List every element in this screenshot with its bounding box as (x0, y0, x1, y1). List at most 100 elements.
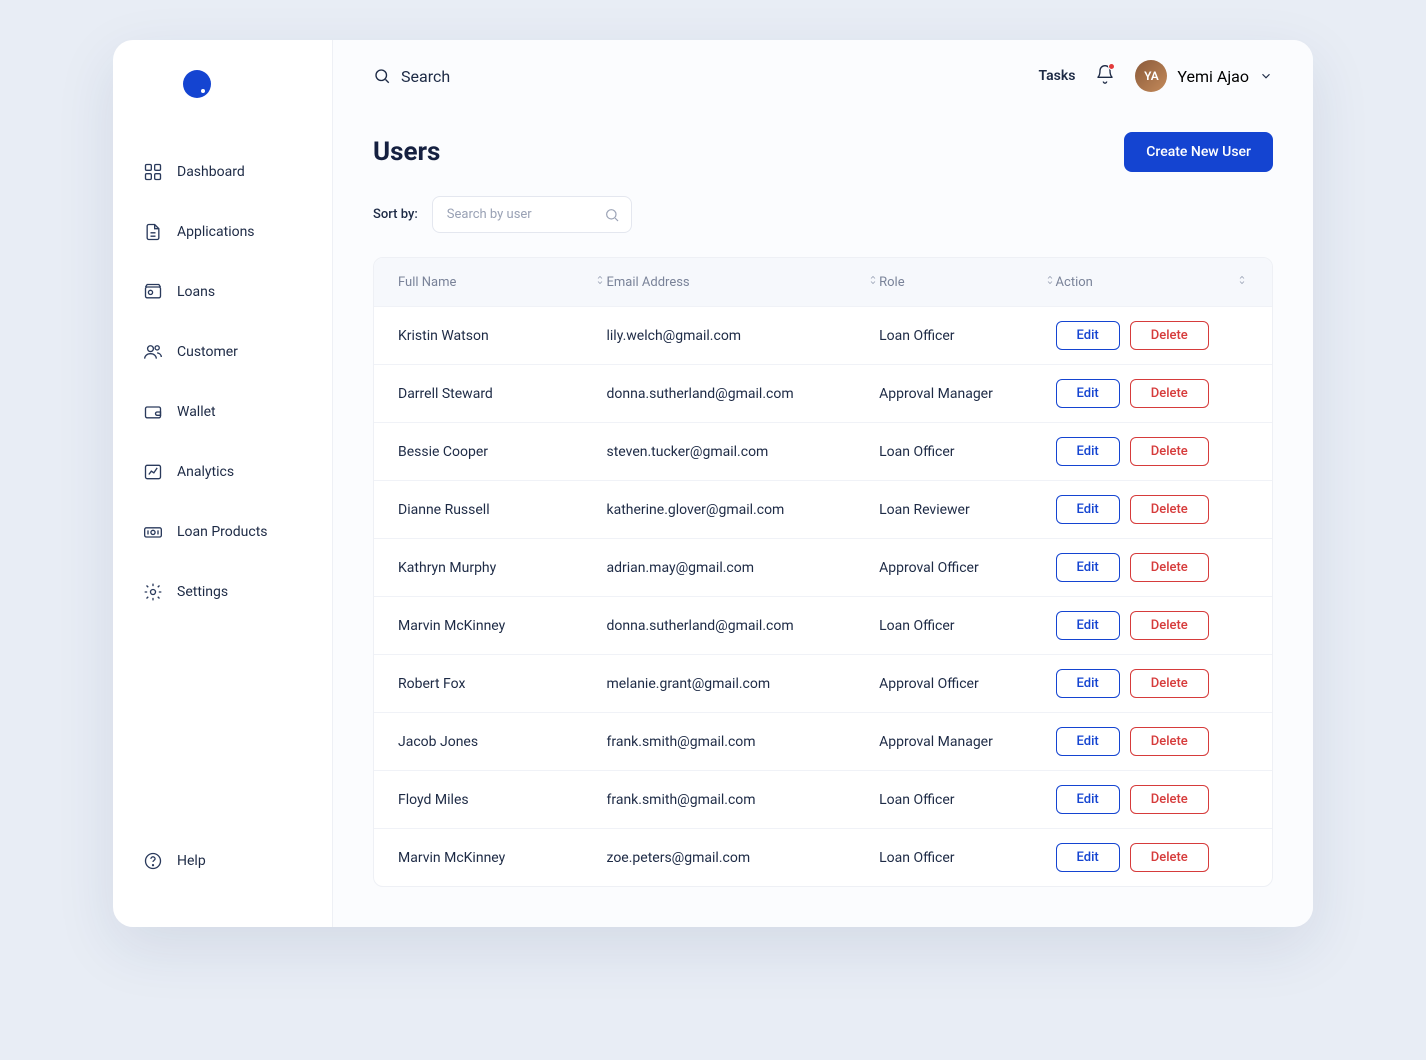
column-label: Full Name (398, 275, 456, 290)
gear-icon (143, 582, 163, 602)
table-row: Dianne Russellkatherine.glover@gmail.com… (374, 480, 1272, 538)
table-body: Kristin Watsonlily.welch@gmail.comLoan O… (374, 306, 1272, 886)
sidebar-item-dashboard[interactable]: Dashboard (131, 148, 314, 196)
users-table: Full Name Email AddressRoleAction Kristin… (373, 257, 1273, 887)
sort-icon (594, 274, 606, 290)
cell-email: donna.sutherland@gmail.com (606, 386, 879, 402)
sidebar-item-loan-products[interactable]: Loan Products (131, 508, 314, 556)
user-menu[interactable]: YA Yemi Ajao (1135, 60, 1273, 92)
table-row: Jacob Jonesfrank.smith@gmail.comApproval… (374, 712, 1272, 770)
cell-email: frank.smith@gmail.com (606, 734, 879, 750)
edit-button[interactable]: Edit (1056, 843, 1120, 872)
delete-button[interactable]: Delete (1130, 727, 1209, 756)
table-row: Marvin McKinneydonna.sutherland@gmail.co… (374, 596, 1272, 654)
sort-search-input[interactable] (432, 196, 632, 233)
sidebar-item-customer[interactable]: Customer (131, 328, 314, 376)
sidebar-item-label: Loans (177, 284, 215, 300)
file-icon (143, 222, 163, 242)
sidebar-item-label: Analytics (177, 464, 234, 480)
sidebar-item-label: Help (177, 853, 206, 869)
edit-button[interactable]: Edit (1056, 553, 1120, 582)
edit-button[interactable]: Edit (1056, 727, 1120, 756)
cell-role: Loan Reviewer (879, 502, 1055, 518)
cell-actions: Edit Delete (1056, 669, 1248, 698)
sort-icon (867, 274, 879, 290)
column-header[interactable]: Action (1056, 274, 1248, 290)
table-row: Kristin Watsonlily.welch@gmail.comLoan O… (374, 306, 1272, 364)
cell-actions: Edit Delete (1056, 727, 1248, 756)
cell-name: Jacob Jones (398, 734, 606, 750)
search-icon (604, 207, 620, 223)
search-icon (373, 67, 391, 85)
money-icon (143, 522, 163, 542)
cell-email: zoe.peters@gmail.com (606, 850, 879, 866)
notifications-button[interactable] (1095, 64, 1115, 88)
edit-button[interactable]: Edit (1056, 321, 1120, 350)
cell-name: Floyd Miles (398, 792, 606, 808)
column-label: Action (1056, 275, 1093, 290)
cell-role: Loan Officer (879, 328, 1055, 344)
cell-email: adrian.may@gmail.com (606, 560, 879, 576)
edit-button[interactable]: Edit (1056, 495, 1120, 524)
cell-actions: Edit Delete (1056, 379, 1248, 408)
create-user-button[interactable]: Create New User (1124, 132, 1273, 172)
search-label: Search (401, 67, 450, 86)
column-header[interactable]: Role (879, 274, 1055, 290)
global-search[interactable]: Search (373, 67, 450, 86)
cell-actions: Edit Delete (1056, 495, 1248, 524)
edit-button[interactable]: Edit (1056, 785, 1120, 814)
delete-button[interactable]: Delete (1130, 611, 1209, 640)
edit-button[interactable]: Edit (1056, 611, 1120, 640)
cell-role: Loan Officer (879, 444, 1055, 460)
sidebar-item-label: Wallet (177, 404, 216, 420)
sidebar-item-wallet[interactable]: Wallet (131, 388, 314, 436)
cell-email: katherine.glover@gmail.com (606, 502, 879, 518)
cell-email: steven.tucker@gmail.com (606, 444, 879, 460)
table-row: Bessie Coopersteven.tucker@gmail.comLoan… (374, 422, 1272, 480)
grid-icon (143, 162, 163, 182)
cell-role: Approval Manager (879, 734, 1055, 750)
sidebar-item-help[interactable]: Help (131, 837, 314, 885)
sort-input-wrap (432, 196, 632, 233)
help-icon (143, 851, 163, 871)
avatar: YA (1135, 60, 1167, 92)
delete-button[interactable]: Delete (1130, 553, 1209, 582)
tasks-link[interactable]: Tasks (1038, 68, 1075, 84)
edit-button[interactable]: Edit (1056, 437, 1120, 466)
delete-button[interactable]: Delete (1130, 669, 1209, 698)
delete-button[interactable]: Delete (1130, 495, 1209, 524)
chevron-down-icon (1259, 69, 1273, 83)
cell-role: Approval Officer (879, 560, 1055, 576)
sidebar-item-settings[interactable]: Settings (131, 568, 314, 616)
cell-role: Approval Officer (879, 676, 1055, 692)
app-shell: Dashboard Applications Loans Customer Wallet… (113, 40, 1313, 927)
sidebar-item-analytics[interactable]: Analytics (131, 448, 314, 496)
sidebar-item-label: Dashboard (177, 164, 245, 180)
cell-actions: Edit Delete (1056, 785, 1248, 814)
column-header[interactable]: Full Name (398, 274, 606, 290)
sidebar-item-loans[interactable]: Loans (131, 268, 314, 316)
delete-button[interactable]: Delete (1130, 321, 1209, 350)
sort-icon (1236, 274, 1248, 290)
table-row: Kathryn Murphyadrian.may@gmail.comApprov… (374, 538, 1272, 596)
cell-role: Loan Officer (879, 850, 1055, 866)
delete-button[interactable]: Delete (1130, 437, 1209, 466)
table-row: Robert Foxmelanie.grant@gmail.comApprova… (374, 654, 1272, 712)
cell-actions: Edit Delete (1056, 437, 1248, 466)
sort-icon (1044, 274, 1056, 290)
column-header[interactable]: Email Address (606, 274, 879, 290)
cell-email: melanie.grant@gmail.com (606, 676, 879, 692)
cell-actions: Edit Delete (1056, 553, 1248, 582)
table-row: Floyd Milesfrank.smith@gmail.comLoan Off… (374, 770, 1272, 828)
delete-button[interactable]: Delete (1130, 379, 1209, 408)
delete-button[interactable]: Delete (1130, 785, 1209, 814)
edit-button[interactable]: Edit (1056, 379, 1120, 408)
content: Users Create New User Sort by: Full Name… (333, 112, 1313, 927)
sidebar-item-applications[interactable]: Applications (131, 208, 314, 256)
wallet-icon (143, 402, 163, 422)
cell-role: Loan Officer (879, 618, 1055, 634)
main-area: Search Tasks YA Yemi Ajao Users Create N… (333, 40, 1313, 927)
cell-name: Marvin McKinney (398, 850, 606, 866)
delete-button[interactable]: Delete (1130, 843, 1209, 872)
edit-button[interactable]: Edit (1056, 669, 1120, 698)
